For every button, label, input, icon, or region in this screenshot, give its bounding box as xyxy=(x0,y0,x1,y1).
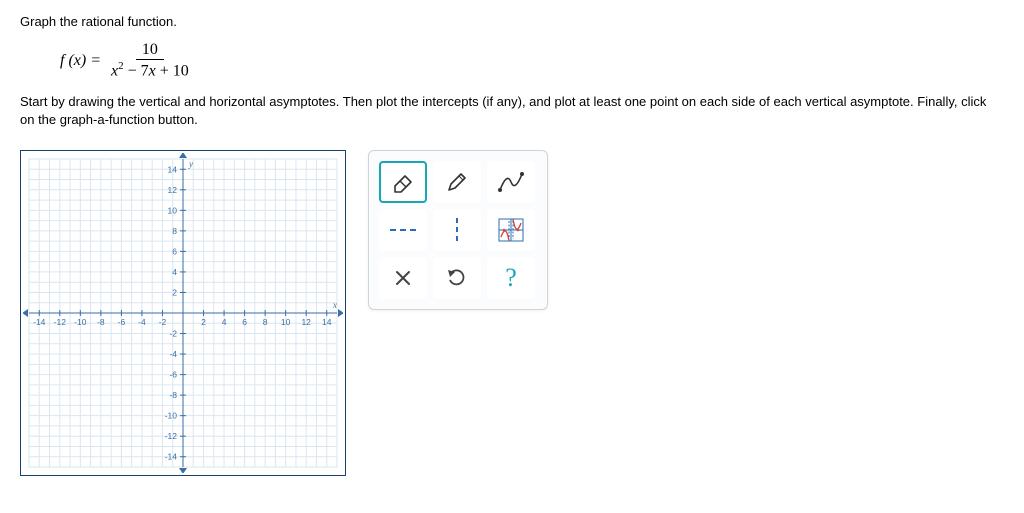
svg-text:-6: -6 xyxy=(118,317,126,327)
undo-button[interactable] xyxy=(433,257,481,299)
svg-text:6: 6 xyxy=(172,247,177,257)
graph-function-icon xyxy=(497,217,525,243)
svg-text:-8: -8 xyxy=(169,390,177,400)
svg-text:-12: -12 xyxy=(54,317,67,327)
svg-text:8: 8 xyxy=(263,317,268,327)
svg-text:4: 4 xyxy=(172,267,177,277)
tool-panel: ? xyxy=(368,150,548,310)
equation: f (x) = 10 x2 − 7x + 10 xyxy=(60,41,1004,81)
graph-canvas[interactable]: -14 -12 -10 -8 -6 -4 -2 2 4 6 8 10 12 14 -14 -12 -10 -8 -6… xyxy=(20,150,346,476)
pencil-icon xyxy=(445,170,469,194)
svg-text:-10: -10 xyxy=(165,411,178,421)
svg-text:-10: -10 xyxy=(74,317,87,327)
equation-numerator: 10 xyxy=(136,41,164,60)
svg-text:-12: -12 xyxy=(165,431,178,441)
svg-text:-8: -8 xyxy=(97,317,105,327)
svg-text:12: 12 xyxy=(301,317,311,327)
svg-text:14: 14 xyxy=(322,317,332,327)
equation-denominator: x2 − 7x + 10 xyxy=(105,60,195,81)
vertical-asymptote-icon xyxy=(451,216,463,244)
svg-text:-14: -14 xyxy=(165,452,178,462)
svg-text:6: 6 xyxy=(242,317,247,327)
horizontal-asymptote-icon xyxy=(388,224,418,236)
svg-text:14: 14 xyxy=(168,164,178,174)
svg-text:y: y xyxy=(188,159,193,169)
delete-button[interactable] xyxy=(379,257,427,299)
vertical-asymptote-button[interactable] xyxy=(433,209,481,251)
help-button[interactable]: ? xyxy=(487,257,535,299)
prompt-text: Graph the rational function. xyxy=(20,14,1004,29)
pencil-tool-button[interactable] xyxy=(433,161,481,203)
x-icon xyxy=(394,269,412,287)
svg-text:12: 12 xyxy=(168,185,178,195)
eraser-tool-button[interactable] xyxy=(379,161,427,203)
horizontal-asymptote-button[interactable] xyxy=(379,209,427,251)
svg-text:-6: -6 xyxy=(169,370,177,380)
svg-text:-4: -4 xyxy=(169,349,177,359)
svg-text:4: 4 xyxy=(222,317,227,327)
curve-icon xyxy=(497,170,525,194)
question-mark-icon: ? xyxy=(505,263,517,293)
eraser-icon xyxy=(390,171,416,193)
svg-text:-14: -14 xyxy=(33,317,46,327)
svg-text:10: 10 xyxy=(281,317,291,327)
instruction-text: Start by drawing the vertical and horizo… xyxy=(20,93,1004,128)
graph-a-function-button[interactable] xyxy=(487,209,535,251)
svg-text:2: 2 xyxy=(172,288,177,298)
svg-text:x: x xyxy=(332,300,337,310)
svg-text:10: 10 xyxy=(168,206,178,216)
undo-icon xyxy=(446,268,468,288)
svg-text:-2: -2 xyxy=(169,329,177,339)
svg-text:-4: -4 xyxy=(138,317,146,327)
svg-text:2: 2 xyxy=(201,317,206,327)
svg-text:-2: -2 xyxy=(159,317,167,327)
equation-lhs: f (x) = xyxy=(60,52,101,70)
svg-text:8: 8 xyxy=(172,226,177,236)
curve-tool-button[interactable] xyxy=(487,161,535,203)
